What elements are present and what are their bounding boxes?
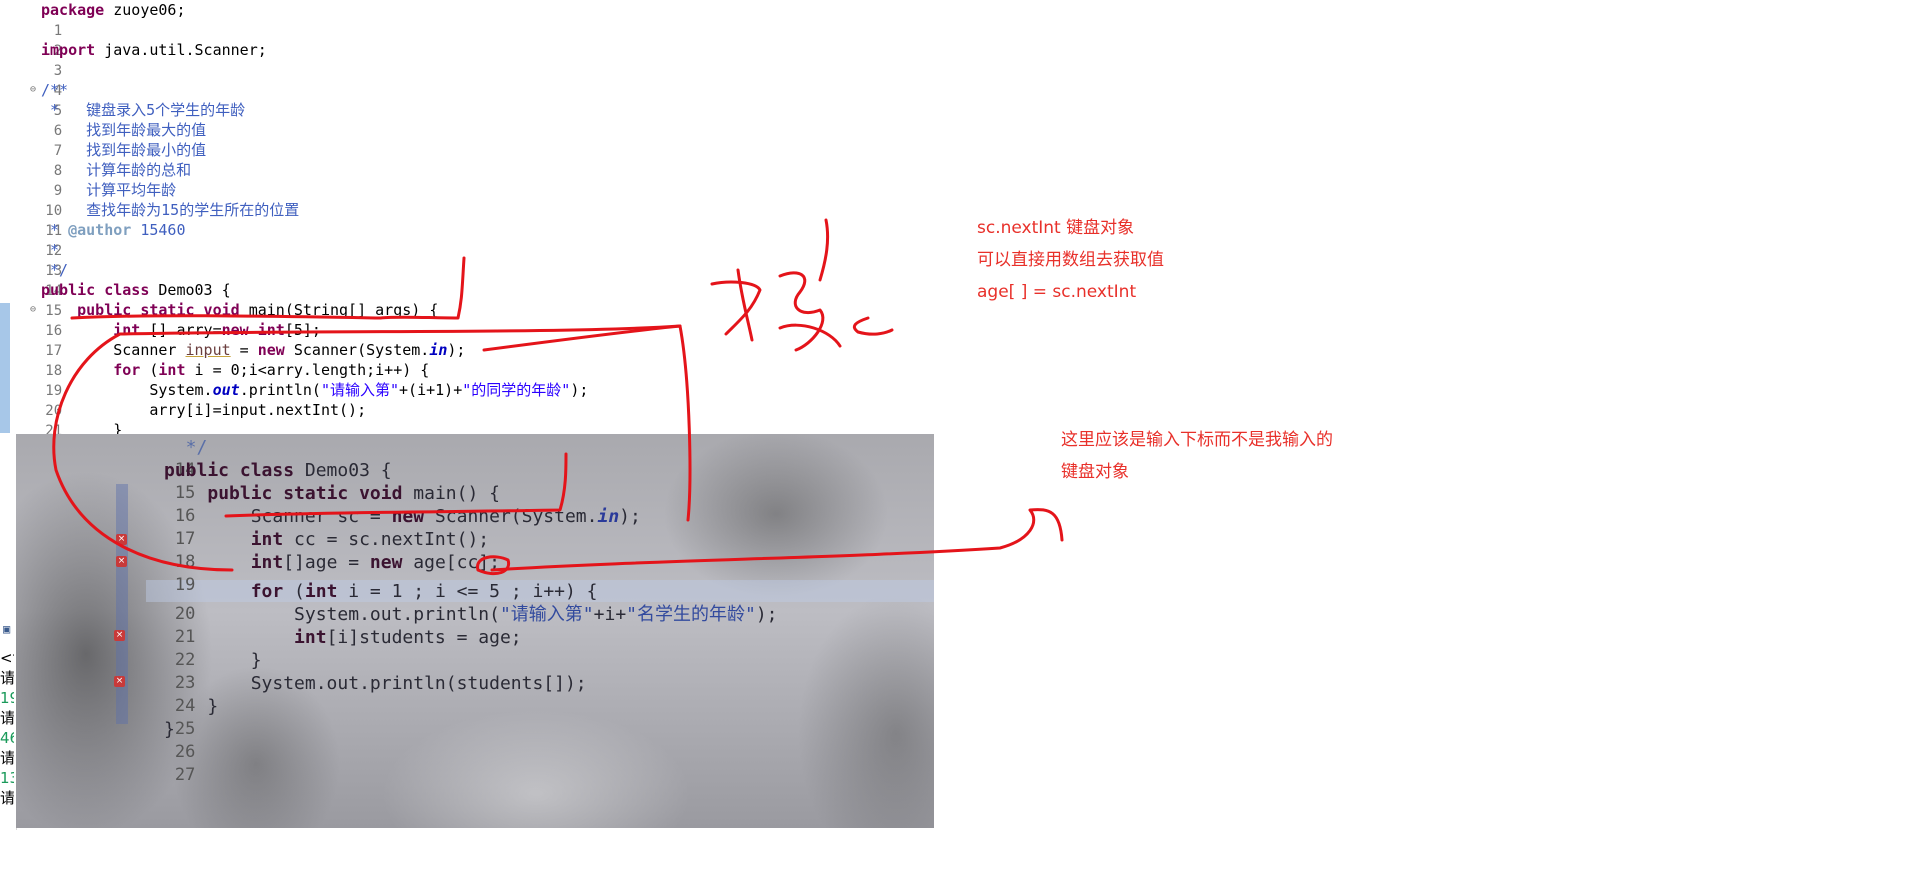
photo-code-line: 26 } (112, 718, 195, 762)
line-text: 查找年龄为15的学生所在的位置 (41, 201, 300, 219)
annotation-line: sc.nextInt 键盘对象 (977, 218, 1135, 238)
code-line[interactable]: 7 找到年龄最大的值 (0, 120, 206, 159)
photo-line-text: } (164, 719, 175, 740)
code-line[interactable]: 14 */ (0, 260, 69, 299)
error-icon: × (116, 534, 127, 545)
photo-line-number: 26 (174, 742, 196, 762)
photo-line-text: int cc = sc.nextInt(); (250, 529, 490, 550)
code-line[interactable]: 9 计算年龄的总和 (0, 160, 191, 199)
console-line: 46 (0, 729, 14, 747)
fold-toggle-icon[interactable]: ⊖ (30, 300, 36, 320)
photo-line-text: Scanner sc = new Scanner(System.in); (164, 506, 641, 527)
photo-code-line: 27 (112, 741, 195, 785)
line-text: int [] arry=new int[5]; (113, 321, 321, 339)
code-line[interactable]: 19 for (int i = 0;i<arry.length;i++) { (0, 360, 429, 399)
code-line[interactable]: 2 (0, 20, 66, 59)
line-text: 找到年龄最大的值 (41, 121, 207, 139)
code-line[interactable]: 16 ⊖ public static void main(String[] ar… (0, 300, 438, 339)
photo-code-line: 15 public class Demo03 { (112, 459, 392, 503)
photo-code-line: 25 } (112, 695, 218, 739)
annotation-line: 键盘对象 (1061, 462, 1129, 482)
photo-line-text: for (int i = 1 ; i <= 5 ; i++) { (250, 581, 598, 602)
code-line[interactable]: 8 找到年龄最小的值 (0, 140, 206, 179)
line-text: for (int i = 0;i<arry.length;i++) { (113, 361, 430, 379)
error-icon: × (114, 630, 125, 641)
code-line[interactable]: 11 查找年龄为15的学生所在的位置 (0, 200, 299, 239)
code-line[interactable]: 1 package zuoye06; (0, 0, 186, 39)
line-text: * (41, 241, 60, 259)
console-line: 请 (0, 789, 14, 807)
console-line: 请 (0, 669, 14, 687)
code-photo: 14 */ 15 public class Demo03 { 16 public… (16, 434, 934, 828)
error-icon: × (116, 556, 127, 567)
line-text: */ (41, 261, 69, 279)
line-text: /** (41, 81, 69, 99)
photo-code-line: 17 Scanner sc = new Scanner(System.in); (112, 505, 641, 549)
code-line[interactable]: 5 ⊖ /** (0, 80, 69, 119)
line-text: arry[i]=input.nextInt(); (41, 401, 367, 419)
line-text: 找到年龄最小的值 (41, 141, 207, 159)
annotation-line: 可以直接用数组去获取值 (977, 250, 1164, 270)
console-line: 13 (0, 769, 14, 787)
photo-line-text: public static void main() { (207, 483, 500, 504)
photo-line-text: public class Demo03 { (164, 460, 392, 481)
photo-line-text: */ (164, 437, 208, 458)
code-line[interactable]: 15 public class Demo03 { (0, 280, 231, 319)
console-icon[interactable]: ▣ (3, 622, 10, 636)
console-line: 19 (0, 689, 14, 707)
error-icon: × (114, 676, 125, 687)
fold-toggle-icon[interactable]: ⊖ (30, 80, 36, 100)
line-text: 计算平均年龄 (41, 181, 177, 199)
code-line[interactable]: 4 (0, 60, 66, 99)
code-editor[interactable]: 1 package zuoye06; 2 3 import java.util.… (0, 0, 960, 459)
photo-line-text: int[]age = new age[cc]; (250, 552, 500, 573)
photo-line-text: } (164, 696, 219, 717)
console-line: 请 (0, 709, 14, 727)
photo-line-text: System.out.println("请输入第"+i+"名学生的年龄"); (164, 604, 778, 625)
line-text: Scanner input = new Scanner(System.in); (41, 341, 466, 359)
line-text: System.out.println("请输入第"+(i+1)+"的同学的年龄"… (41, 381, 589, 399)
photo-code-line: 21 System.out.println("请输入第"+i+"名学生的年龄")… (112, 603, 778, 647)
code-line[interactable]: 21 arry[i]=input.nextInt(); (0, 400, 366, 439)
line-text: * @author 15460 (41, 221, 186, 239)
photo-line-number: 27 (174, 765, 196, 785)
annotation-note-1: sc.nextInt 键盘对象 可以直接用数组去获取值 age[ ] = sc.… (977, 212, 1164, 308)
line-text: 计算年龄的总和 (41, 161, 192, 179)
code-line[interactable]: 18 Scanner input = new Scanner(System.in… (0, 340, 465, 379)
line-text: public static void main(String[] args) { (77, 301, 439, 319)
code-line[interactable]: 13 * (0, 240, 66, 279)
photo-code-line: 20 for (int i = 1 ; i <= 5 ; i++) { (112, 580, 598, 624)
photo-code-line: 23 } (112, 649, 262, 693)
console-line: 请 (0, 749, 14, 767)
photo-line-text: System.out.println(students[]); (164, 673, 587, 694)
code-line[interactable]: 17 int [] arry=new int[5]; (0, 320, 321, 359)
code-line[interactable]: 12 * @author 15460 (0, 220, 185, 259)
photo-line-number: 25 (174, 719, 196, 739)
line-text: * 键盘录入5个学生的年龄 (41, 101, 246, 119)
photo-code-line: 16 public static void main() { (112, 482, 500, 526)
console-line: <t (0, 649, 14, 667)
photo-code-line: 14 */ (112, 436, 207, 480)
photo-line-text: int[i]students = age; (294, 627, 522, 648)
line-text: import java.util.Scanner; (41, 41, 267, 59)
line-text: package zuoye06; (41, 1, 186, 19)
code-line[interactable]: 3 import java.util.Scanner; (0, 40, 267, 79)
code-line[interactable]: 20 System.out.println("请输入第"+(i+1)+"的同学的… (0, 380, 588, 419)
annotation-line: 这里应该是输入下标而不是我输入的 (1061, 430, 1333, 450)
line-text: public class Demo03 { (41, 281, 231, 299)
code-line[interactable]: 6 * 键盘录入5个学生的年龄 (0, 100, 245, 139)
code-line[interactable]: 10 计算平均年龄 (0, 180, 176, 219)
photo-line-text: } (164, 650, 262, 671)
annotation-note-2: 这里应该是输入下标而不是我输入的 键盘对象 (1061, 424, 1333, 488)
annotation-line: age[ ] = sc.nextInt (977, 282, 1137, 302)
